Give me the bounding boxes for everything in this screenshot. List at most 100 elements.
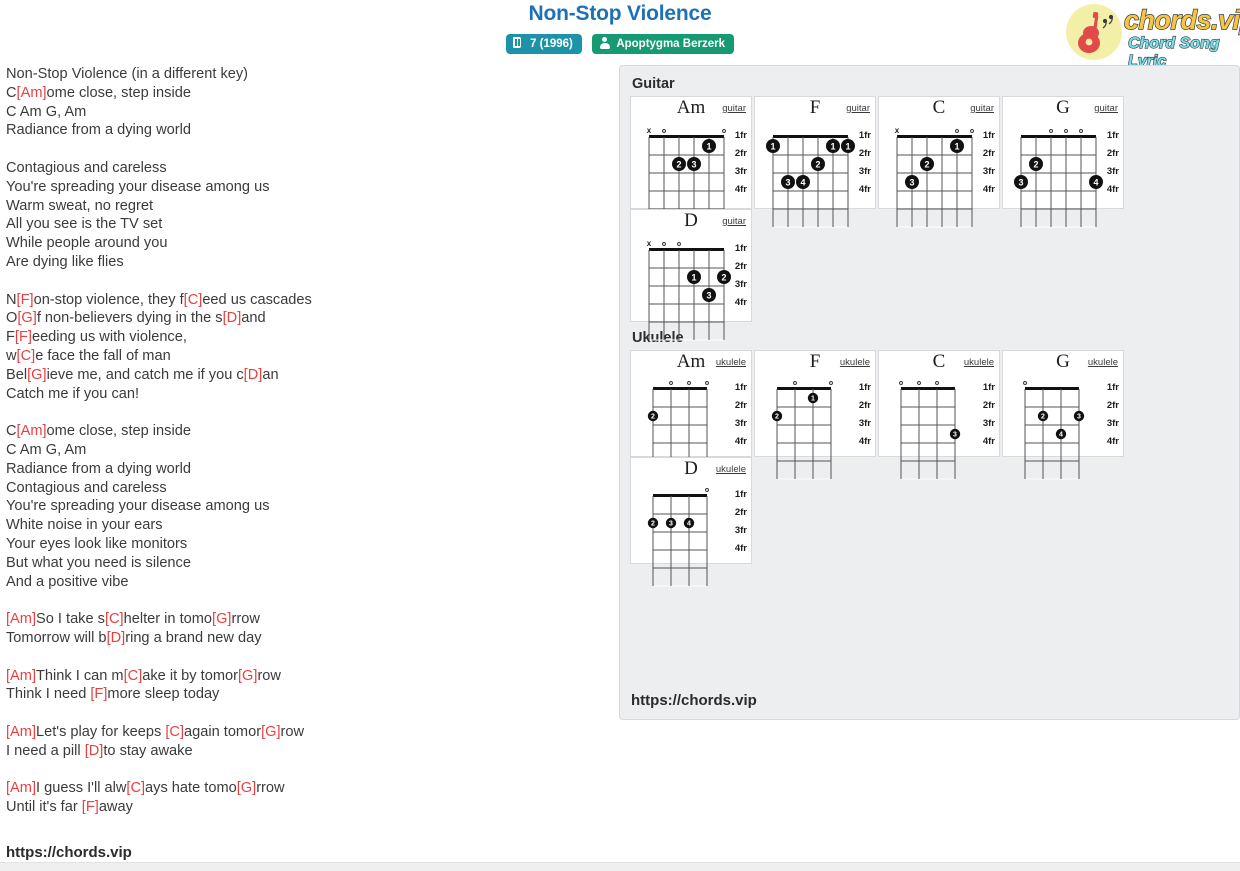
chord-diagram-ukulele-Am[interactable]: Am ukulele o o o 2 1fr 2fr 3fr 4fr bbox=[630, 350, 752, 480]
lyric-text: e face the fall of man bbox=[35, 347, 171, 364]
fret-label: 3fr bbox=[1106, 166, 1119, 177]
instrument-label[interactable]: ukulele bbox=[1088, 357, 1118, 368]
chord-marker[interactable]: [D] bbox=[244, 367, 263, 383]
chord-marker[interactable]: [G] bbox=[261, 724, 280, 740]
fretboard: o o 1 2 bbox=[771, 380, 833, 480]
instrument-label[interactable]: guitar bbox=[970, 103, 994, 114]
lyric-text: So I take s bbox=[36, 611, 105, 628]
instrument-label[interactable]: guitar bbox=[846, 103, 870, 114]
lyric-line: Radiance from a dying world bbox=[6, 460, 606, 479]
chord-diagram-guitar-D[interactable]: Dguitar x o o 1 2 3 1fr 2fr 3fr 4fr bbox=[630, 209, 752, 341]
open-string-mark: o bbox=[705, 380, 709, 387]
chord-marker[interactable]: [D] bbox=[107, 630, 126, 646]
finger-dot: 1 bbox=[950, 139, 964, 153]
chord-marker[interactable]: [C] bbox=[165, 724, 184, 740]
chord-diagram-guitar-G[interactable]: Gguitar o o o 2 3 4 1fr 2fr 3fr 4fr bbox=[1002, 96, 1124, 228]
svg-text:2: 2 bbox=[1033, 159, 1038, 169]
chord-diagram-guitar-C[interactable]: Cguitar x o o 1 2 3 1fr 2fr 3fr 4fr bbox=[878, 96, 1000, 228]
site-link-panel[interactable]: https://chords.vip bbox=[631, 692, 757, 709]
chord-marker[interactable]: [G] bbox=[212, 611, 231, 627]
chord-diagram-ukulele-F[interactable]: Fukulele o o 1 2 1fr 2fr 3fr 4fr bbox=[754, 350, 876, 480]
fret-label: 1fr bbox=[734, 130, 747, 141]
fret-label: 2fr bbox=[858, 148, 871, 159]
chord-marker[interactable]: [C] bbox=[126, 780, 145, 796]
chord-marker[interactable]: [D] bbox=[223, 310, 242, 326]
lyric-text: on-stop violence, they f bbox=[33, 291, 184, 308]
instrument-label[interactable]: ukulele bbox=[964, 357, 994, 368]
fret-label: 4fr bbox=[982, 436, 995, 447]
lyric-text: ring a brand new day bbox=[125, 629, 262, 646]
finger-dot: 3 bbox=[905, 175, 919, 189]
chord-marker[interactable]: [F] bbox=[82, 799, 99, 815]
open-string-mark: o bbox=[705, 487, 709, 494]
chord-marker[interactable]: [Am] bbox=[6, 668, 36, 684]
fret-labels: 1fr 2fr 3fr 4fr bbox=[735, 127, 747, 199]
chord-marker[interactable]: [F] bbox=[17, 292, 34, 308]
chord-marker[interactable]: [G] bbox=[237, 780, 256, 796]
open-string-mark: o bbox=[662, 241, 666, 248]
fret-label: 3fr bbox=[734, 525, 747, 536]
finger-dot: 3 bbox=[665, 517, 677, 529]
chord-marker[interactable]: [Am] bbox=[6, 611, 36, 627]
lyric-line: N[F]on-stop violence, they f[C]eed us ca… bbox=[6, 291, 606, 310]
chord-diagram-guitar-Am[interactable]: Am guitar x o o 1 2 3 1fr 2fr 3fr 4fr bbox=[630, 96, 752, 228]
fret-label: 3fr bbox=[858, 418, 871, 429]
lyric-line: F[F]eeding us with violence, bbox=[6, 328, 606, 347]
lyric-line: O[G]f non-believers dying in the s[D]and bbox=[6, 309, 606, 328]
chord-marker[interactable]: [Am] bbox=[6, 724, 36, 740]
chord-marker[interactable]: [G] bbox=[27, 367, 46, 383]
instrument-label[interactable]: ukulele bbox=[716, 357, 746, 368]
lyric-text: Tomorrow will b bbox=[6, 629, 107, 646]
instrument-label[interactable]: guitar bbox=[1094, 103, 1118, 114]
lyric-line bbox=[6, 403, 606, 422]
lyric-text: F bbox=[6, 329, 15, 346]
chord-marker[interactable]: [F] bbox=[15, 329, 32, 345]
fret-label: 3fr bbox=[734, 279, 747, 290]
fret-label: 2fr bbox=[1106, 400, 1119, 411]
fret-label: 3fr bbox=[982, 418, 995, 429]
chord-marker[interactable]: [D] bbox=[85, 743, 104, 759]
chord-marker[interactable]: [G] bbox=[238, 668, 257, 684]
chord-marker[interactable]: [C] bbox=[17, 348, 36, 364]
artist-badge[interactable]: Apoptygma Berzerk bbox=[592, 34, 734, 54]
fret-label: 1fr bbox=[734, 382, 747, 393]
svg-text:2: 2 bbox=[721, 272, 726, 282]
lyric-line: Contagious and careless bbox=[6, 479, 606, 498]
fret-label: 4fr bbox=[734, 543, 747, 554]
chord-diagram-ukulele-G[interactable]: Gukulele o 2 3 4 1fr 2fr 3fr 4fr bbox=[1002, 350, 1124, 480]
lyric-text: ieve me, and catch me if you c bbox=[46, 366, 244, 383]
page-content: Non-Stop Violence (in a different key) C[… bbox=[0, 62, 1240, 862]
chord-marker[interactable]: [C] bbox=[184, 292, 203, 308]
instrument-label[interactable]: ukulele bbox=[716, 464, 746, 475]
site-logo[interactable]: chords.vip Chord Song Lyric bbox=[1066, 2, 1240, 71]
chord-marker[interactable]: [F] bbox=[90, 686, 107, 702]
chord-marker[interactable]: [C] bbox=[105, 611, 124, 627]
lyric-text: away bbox=[98, 799, 133, 816]
fret-label: 1fr bbox=[734, 489, 747, 500]
fret-label: 2fr bbox=[734, 400, 747, 411]
instrument-label[interactable]: guitar bbox=[722, 103, 746, 114]
chord-marker[interactable]: [G] bbox=[17, 310, 36, 326]
open-string-mark: o bbox=[687, 380, 691, 387]
site-link-lyrics[interactable]: https://chords.vip bbox=[6, 844, 132, 861]
page-title: Non-Stop Violence bbox=[528, 2, 712, 25]
instrument-label[interactable]: guitar bbox=[722, 216, 746, 227]
lyric-text: Your eyes look like monitors bbox=[6, 535, 188, 552]
chord-marker[interactable]: [Am] bbox=[17, 85, 47, 101]
album-badge[interactable]: 7 (1996) bbox=[506, 34, 582, 54]
lyric-text: Are dying like flies bbox=[6, 253, 124, 270]
lyric-line: Radiance from a dying world bbox=[6, 121, 606, 140]
lyric-text: rrow bbox=[256, 780, 285, 797]
chord-diagram-ukulele-D[interactable]: Dukulele o 2 3 4 1fr 2fr 3fr 4fr bbox=[630, 457, 752, 587]
lyric-text: N bbox=[6, 291, 17, 308]
chord-marker[interactable]: [Am] bbox=[17, 423, 47, 439]
chord-panel: Guitar Am guitar x o o 1 2 3 1fr 2fr 3fr 4fr Fguitar… bbox=[619, 65, 1240, 720]
instrument-label[interactable]: ukulele bbox=[840, 357, 870, 368]
chord-marker[interactable]: [C] bbox=[124, 668, 143, 684]
chord-diagram-ukulele-C[interactable]: Cukulele o o o 3 1fr 2fr 3fr 4fr bbox=[878, 350, 1000, 480]
chord-marker[interactable]: [Am] bbox=[6, 780, 36, 796]
fret-label: 1fr bbox=[734, 243, 747, 254]
chord-diagram-guitar-F[interactable]: Fguitar 1 1 1 2 3 4 1fr 2fr 3fr 4fr bbox=[754, 96, 876, 228]
lyric-text: C Am G, Am bbox=[6, 441, 87, 458]
lyric-line: Until it's far [F]away bbox=[6, 798, 606, 817]
